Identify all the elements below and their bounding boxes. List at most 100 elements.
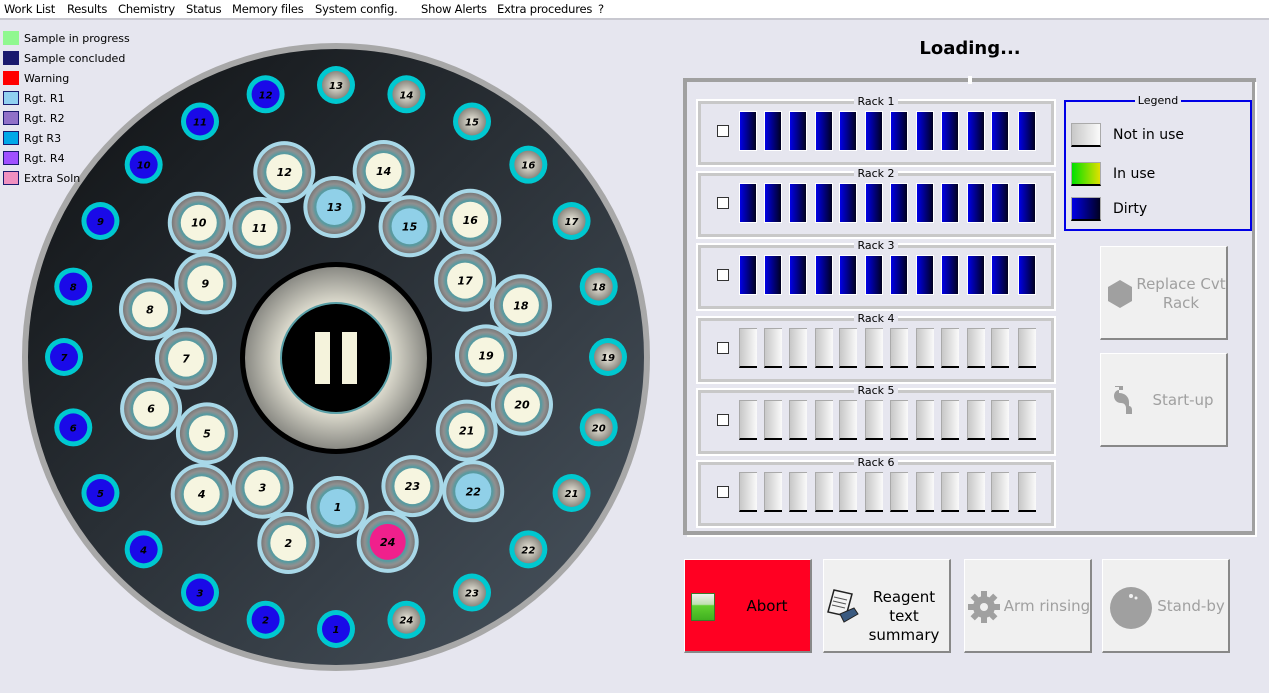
sample-position[interactable]: 10 — [124, 145, 163, 184]
reagent-position[interactable]: 1 — [306, 475, 369, 538]
sample-position[interactable]: 15 — [453, 102, 491, 141]
cuvette — [789, 328, 807, 368]
legend-swatch — [3, 171, 19, 185]
abort-button[interactable]: Abort — [684, 559, 812, 653]
sample-position-number: 1 — [333, 625, 340, 636]
sample-position[interactable]: 1 — [317, 610, 355, 648]
sample-position-number: 10 — [137, 161, 151, 172]
sample-position[interactable]: 4 — [124, 530, 163, 569]
stand-by-button[interactable]: Stand-by — [1102, 559, 1230, 653]
legend-item-not-in-use: Not in use — [1071, 122, 1184, 148]
reagent-position-number: 15 — [402, 220, 418, 233]
sample-position[interactable]: 18 — [579, 267, 618, 306]
sample-position[interactable]: 19 — [589, 338, 627, 376]
cuvette — [815, 328, 833, 368]
reagent-position-number: 18 — [513, 299, 529, 312]
status-light-icon — [691, 593, 715, 621]
sample-position[interactable]: 20 — [579, 408, 618, 447]
legend-item: Sample in progress — [3, 28, 130, 48]
reagent-position-number: 17 — [457, 275, 473, 288]
sample-position[interactable]: 14 — [387, 75, 426, 114]
legend-item: Rgt. R4 — [3, 148, 130, 168]
cuvette — [764, 328, 782, 368]
reagent-position[interactable]: 4 — [170, 463, 233, 526]
sample-position[interactable]: 5 — [81, 474, 120, 512]
legend-swatch — [3, 131, 19, 145]
arm-rinsing-button[interactable]: Arm rinsing — [964, 559, 1092, 653]
start-up-button[interactable]: Start-up — [1100, 353, 1228, 447]
reagent-position[interactable]: 9 — [174, 252, 237, 315]
cuvette — [941, 111, 959, 151]
legend-swatch — [3, 31, 19, 45]
cuvette — [839, 111, 857, 151]
reagent-position[interactable]: 18 — [489, 274, 552, 337]
sample-position[interactable]: 24 — [387, 600, 426, 639]
sample-position[interactable]: 2 — [246, 600, 285, 639]
reagent-position-number: 21 — [459, 425, 474, 438]
reagent-position[interactable]: 5 — [175, 402, 238, 465]
reagent-position[interactable]: 24 — [356, 510, 419, 573]
rack-1: Rack 1 — [696, 95, 1056, 167]
sample-position[interactable]: 13 — [317, 66, 355, 104]
reagent-position[interactable]: 8 — [119, 278, 182, 341]
rack-label-wrap: Rack 3 — [701, 239, 1051, 252]
cuvette — [815, 472, 833, 512]
sample-position-number: 13 — [329, 81, 343, 92]
cuvette — [967, 328, 985, 368]
cuvette — [890, 400, 908, 440]
reagent-position-number: 1 — [334, 501, 342, 514]
reagent-position[interactable]: 2 — [257, 511, 320, 574]
cuvette — [739, 400, 757, 440]
legend-swatch — [3, 51, 19, 65]
sample-position[interactable]: 8 — [54, 267, 93, 306]
reagent-position[interactable]: 22 — [442, 460, 505, 523]
rack-checkbox[interactable] — [717, 125, 729, 137]
reagent-text-summary-button[interactable]: Reagent text summary — [823, 559, 951, 653]
sample-position[interactable]: 22 — [509, 530, 548, 569]
cuvette — [839, 400, 857, 440]
cuvette — [890, 183, 908, 223]
reagent-position[interactable]: 12 — [253, 141, 316, 204]
sample-position-number: 19 — [601, 353, 615, 364]
reagent-position[interactable]: 13 — [303, 176, 366, 239]
sample-position[interactable]: 9 — [81, 202, 120, 240]
sample-position[interactable]: 3 — [181, 573, 219, 612]
cuvette — [815, 400, 833, 440]
reagent-position[interactable]: 23 — [381, 455, 444, 518]
reagent-position[interactable]: 7 — [155, 327, 218, 390]
legend-swatch — [3, 111, 19, 125]
reagent-position[interactable]: 10 — [167, 191, 230, 254]
sample-position-number: 18 — [592, 283, 606, 294]
reagent-position[interactable]: 21 — [435, 399, 498, 462]
reagent-position[interactable]: 16 — [439, 188, 502, 251]
reagent-position[interactable]: 17 — [434, 249, 497, 312]
sample-position[interactable]: 23 — [453, 573, 491, 612]
reagent-position[interactable]: 6 — [120, 377, 183, 440]
cuvette — [890, 255, 908, 295]
reagent-position[interactable]: 3 — [231, 456, 294, 519]
reagent-position[interactable]: 15 — [378, 195, 441, 258]
sample-position[interactable]: 6 — [54, 408, 93, 447]
reagent-position[interactable]: 11 — [228, 196, 291, 259]
rack-checkbox[interactable] — [717, 414, 729, 426]
carousel-hub[interactable] — [240, 262, 432, 454]
cuvette — [865, 328, 883, 368]
sample-position[interactable]: 7 — [45, 338, 83, 376]
rack-checkbox[interactable] — [717, 269, 729, 281]
sample-position[interactable]: 17 — [552, 202, 591, 240]
rack-label-wrap: Rack 6 — [701, 456, 1051, 469]
rack-checkbox[interactable] — [717, 342, 729, 354]
sample-position[interactable]: 12 — [246, 75, 285, 114]
cuvette — [890, 472, 908, 512]
abort-label: Abort — [746, 597, 788, 615]
reagent-position[interactable]: 19 — [454, 324, 517, 387]
sample-position[interactable]: 11 — [181, 102, 219, 141]
sample-position[interactable]: 21 — [552, 474, 591, 512]
reagent-position[interactable]: 20 — [490, 373, 553, 436]
replace-cvt-rack-button[interactable]: Replace Cvt Rack — [1100, 246, 1228, 340]
sample-position[interactable]: 16 — [509, 145, 548, 184]
rack-checkbox[interactable] — [717, 197, 729, 209]
reagent-position[interactable]: 14 — [352, 140, 415, 203]
rack-6: Rack 6 — [696, 456, 1056, 528]
rack-checkbox[interactable] — [717, 486, 729, 498]
